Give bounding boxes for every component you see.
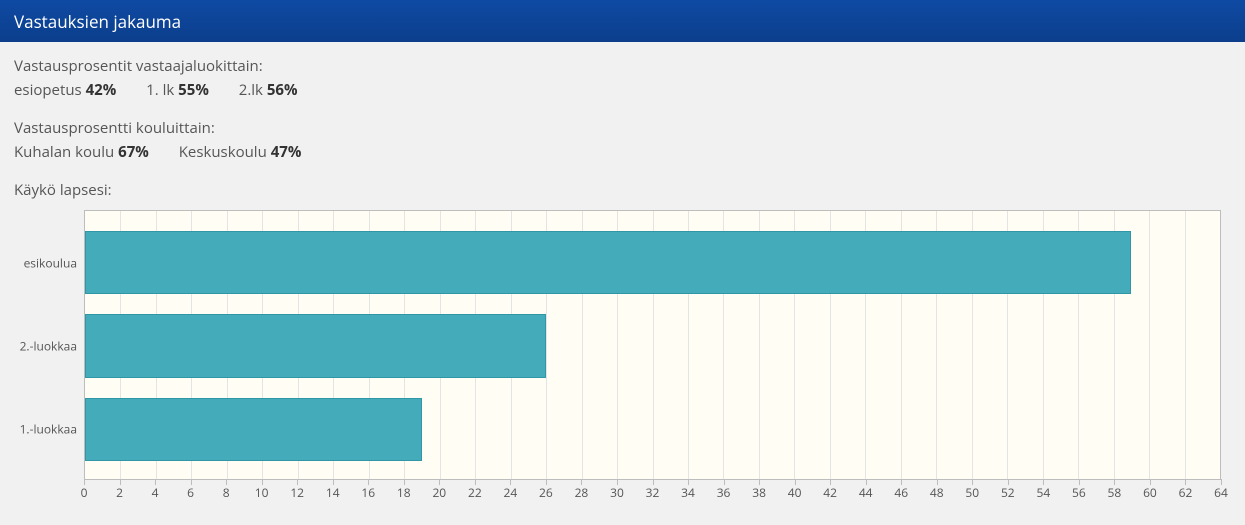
byclass-item-label: 2.lk bbox=[239, 80, 263, 100]
chart-x-tick-label: 26 bbox=[539, 484, 553, 501]
content-body: Vastausprosentit vastaajaluokittain: esi… bbox=[0, 42, 1245, 502]
chart-x-tick-label: 2 bbox=[116, 484, 123, 501]
byschool-item-label: Keskuskoulu bbox=[179, 142, 267, 162]
chart-x-tick-label: 10 bbox=[255, 484, 269, 501]
chart-x-tick-label: 54 bbox=[1036, 484, 1050, 501]
byclass-row: esiopetus 42% 1. lk 55% 2.lk 56% bbox=[14, 80, 1231, 100]
chart-bar-row: 1.-luokkaa bbox=[85, 398, 1220, 461]
byclass-item: esiopetus 42% bbox=[14, 80, 120, 100]
byclass-item-value: 42% bbox=[86, 80, 117, 100]
chart-x-tick-label: 32 bbox=[646, 484, 660, 501]
byclass-item-label: esiopetus bbox=[14, 80, 82, 100]
chart-x-tick-label: 64 bbox=[1214, 484, 1228, 501]
chart-x-tick-label: 30 bbox=[610, 484, 624, 501]
chart-x-tick-label: 20 bbox=[432, 484, 446, 501]
chart-y-label: esikoulua bbox=[7, 254, 77, 271]
section-title: Vastauksien jakauma bbox=[14, 10, 181, 33]
chart-x-tick-label: 14 bbox=[326, 484, 340, 501]
chart-bar bbox=[85, 398, 422, 461]
chart-x-tick-label: 36 bbox=[717, 484, 731, 501]
byschool-item-value: 67% bbox=[118, 142, 149, 162]
chart-bar-row: esikoulua bbox=[85, 231, 1220, 294]
chart-x-tick-label: 60 bbox=[1143, 484, 1157, 501]
byschool-item-value: 47% bbox=[271, 142, 302, 162]
byclass-item: 2.lk 56% bbox=[239, 80, 298, 100]
question-text: Käykö lapsesi: bbox=[14, 180, 1231, 200]
chart-x-tick-label: 16 bbox=[361, 484, 375, 501]
byclass-item-value: 55% bbox=[178, 80, 209, 100]
chart-y-label: 1.-luokkaa bbox=[7, 421, 77, 438]
byschool-row: Kuhalan koulu 67% Keskuskoulu 47% bbox=[14, 142, 1231, 162]
byclass-item: 1. lk 55% bbox=[146, 80, 213, 100]
chart-x-tick-label: 4 bbox=[152, 484, 159, 501]
chart-x-tick-label: 52 bbox=[1001, 484, 1015, 501]
chart-x-tick-label: 28 bbox=[575, 484, 589, 501]
byschool-item: Kuhalan koulu 67% bbox=[14, 142, 153, 162]
chart-x-tick-label: 38 bbox=[752, 484, 766, 501]
chart-x-tick-label: 12 bbox=[290, 484, 304, 501]
chart-x-tick-label: 62 bbox=[1179, 484, 1193, 501]
chart-plot-area: esikoulua 2.-luokkaa 1.-luokkaa bbox=[84, 210, 1221, 480]
byclass-heading: Vastausprosentit vastaajaluokittain: bbox=[14, 56, 1231, 76]
section-header: Vastauksien jakauma bbox=[0, 0, 1245, 42]
chart-y-label: 2.-luokkaa bbox=[7, 337, 77, 354]
chart-x-tick-label: 40 bbox=[788, 484, 802, 501]
chart-x-tick-label: 46 bbox=[894, 484, 908, 501]
chart-x-tick-label: 50 bbox=[965, 484, 979, 501]
chart-bar bbox=[85, 314, 546, 377]
chart-x-tick-label: 8 bbox=[223, 484, 230, 501]
byschool-heading: Vastausprosentti kouluittain: bbox=[14, 118, 1231, 138]
chart: esikoulua2.-luokkaa1.-luokkaa 0246810121… bbox=[84, 210, 1221, 502]
chart-bar-row: 2.-luokkaa bbox=[85, 314, 1220, 377]
byschool-item-label: Kuhalan koulu bbox=[14, 142, 114, 162]
chart-x-tick-label: 58 bbox=[1108, 484, 1122, 501]
chart-x-tick-label: 22 bbox=[468, 484, 482, 501]
chart-x-tick-label: 6 bbox=[187, 484, 194, 501]
chart-x-tick-label: 42 bbox=[823, 484, 837, 501]
byclass-item-label: 1. lk bbox=[146, 80, 174, 100]
byschool-item: Keskuskoulu 47% bbox=[179, 142, 302, 162]
chart-x-axis: 0246810121416182022242628303234363840424… bbox=[84, 480, 1221, 502]
chart-x-tick-label: 18 bbox=[397, 484, 411, 501]
chart-x-tick-label: 34 bbox=[681, 484, 695, 501]
chart-x-tick-label: 0 bbox=[81, 484, 88, 501]
chart-x-tick-label: 56 bbox=[1072, 484, 1086, 501]
chart-bar bbox=[85, 231, 1131, 294]
byclass-item-value: 56% bbox=[267, 80, 298, 100]
chart-x-tick-label: 48 bbox=[930, 484, 944, 501]
chart-x-tick-label: 24 bbox=[504, 484, 518, 501]
chart-x-tick-label: 44 bbox=[859, 484, 873, 501]
